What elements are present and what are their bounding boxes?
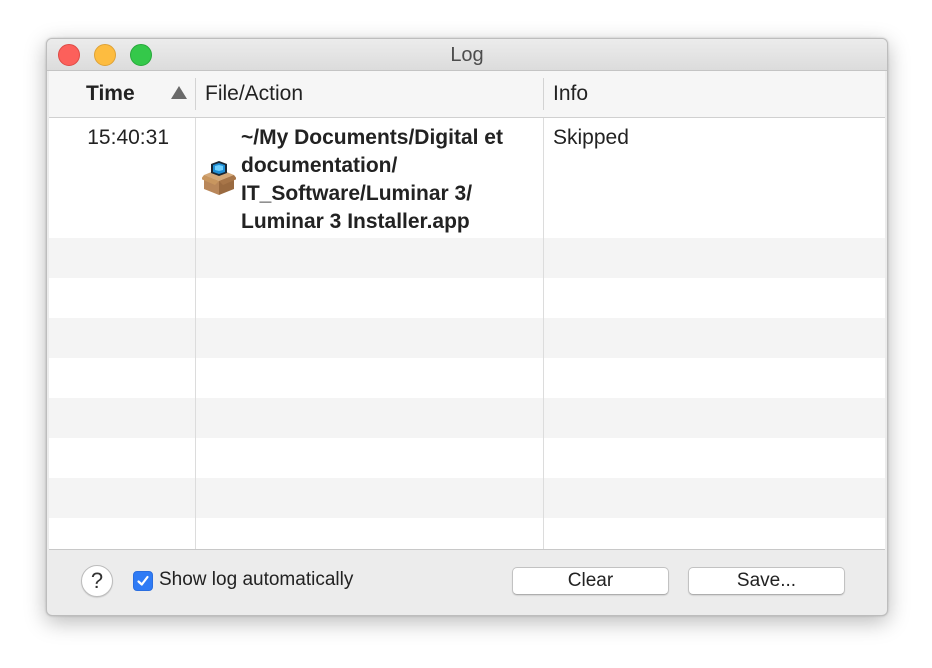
empty-row bbox=[49, 318, 885, 358]
file-path-line: documentation/ bbox=[241, 154, 398, 177]
file-path-line: IT_Software/Luminar 3/ bbox=[241, 182, 473, 205]
empty-row bbox=[49, 478, 885, 518]
show-log-checkbox[interactable] bbox=[133, 571, 153, 591]
package-installer-icon bbox=[201, 160, 237, 196]
file-path-cell: ~/My Documents/Digital et documentation/… bbox=[241, 124, 543, 236]
column-header-info[interactable]: Info bbox=[553, 71, 588, 117]
table-body: 15:40:31 ~/My Documents/Digital et docum… bbox=[49, 118, 885, 549]
empty-row bbox=[49, 398, 885, 438]
file-path-line: Luminar 3 Installer.app bbox=[241, 210, 470, 233]
info-cell: Skipped bbox=[553, 126, 629, 149]
file-path-line: ~/My Documents/Digital et bbox=[241, 126, 503, 149]
table-header: Time File/Action Info bbox=[49, 71, 885, 118]
log-table: Time File/Action Info 15:40:31 ~/My Docu… bbox=[49, 71, 885, 550]
column-header-time[interactable]: Time bbox=[86, 71, 135, 117]
column-divider-line bbox=[195, 118, 196, 549]
clear-button[interactable]: Clear bbox=[512, 567, 669, 595]
time-cell: 15:40:31 bbox=[87, 126, 169, 149]
checkmark-icon bbox=[137, 575, 149, 586]
title-bar[interactable]: Log bbox=[47, 39, 887, 71]
footer-bar: ? Show log automatically Clear Save... bbox=[47, 550, 887, 615]
column-header-file-action[interactable]: File/Action bbox=[205, 71, 303, 117]
save-button[interactable]: Save... bbox=[688, 567, 845, 595]
column-divider[interactable] bbox=[543, 78, 544, 110]
table-row[interactable]: 15:40:31 ~/My Documents/Digital et docum… bbox=[49, 118, 885, 238]
column-divider[interactable] bbox=[195, 78, 196, 110]
column-divider-line bbox=[543, 118, 544, 549]
window-title: Log bbox=[450, 44, 484, 66]
sort-ascending-icon bbox=[171, 86, 187, 99]
log-window: Log Time File/Action Info 15:40:31 ~/My … bbox=[46, 38, 888, 616]
show-log-label[interactable]: Show log automatically bbox=[159, 569, 353, 591]
help-button[interactable]: ? bbox=[81, 565, 113, 597]
empty-row bbox=[49, 238, 885, 278]
